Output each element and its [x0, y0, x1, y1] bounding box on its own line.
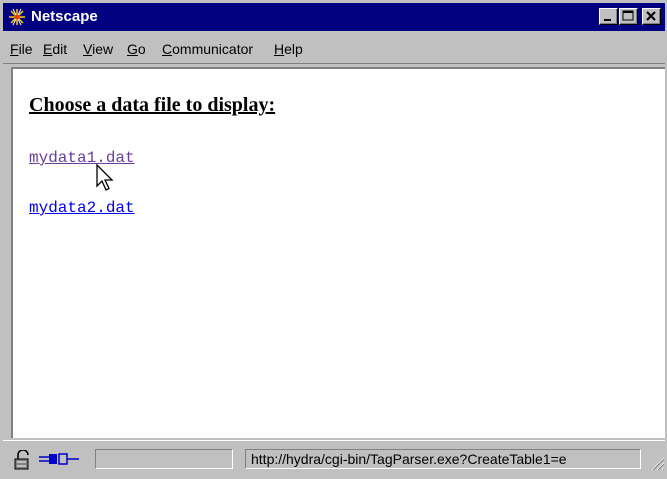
maximize-button[interactable]	[619, 8, 638, 25]
status-bar: http://hydra/cgi-bin/TagParser.exe?Creat…	[3, 440, 665, 477]
menu-bar: File Edit View Go Communicator Help	[3, 33, 665, 64]
security-lock-icon[interactable]	[13, 450, 35, 470]
netscape-window: Netscape File Edit View Go Communicator …	[0, 0, 667, 479]
progress-field	[95, 449, 233, 469]
maximize-icon	[622, 10, 634, 21]
connection-plug-icon[interactable]	[39, 452, 79, 466]
netscape-logo-icon	[8, 8, 26, 26]
link-mydata2[interactable]: mydata2.dat	[29, 199, 135, 217]
title-bar[interactable]: Netscape	[3, 3, 665, 31]
minimize-icon	[604, 19, 611, 21]
status-url: http://hydra/cgi-bin/TagParser.exe?Creat…	[245, 449, 641, 469]
minimize-button[interactable]	[599, 8, 618, 25]
page-content[interactable]: Choose a data file to display: mydata1.d…	[11, 67, 665, 438]
menu-help[interactable]: Help	[274, 41, 303, 57]
window-title: Netscape	[31, 8, 98, 25]
mouse-pointer-icon	[96, 164, 114, 191]
menu-edit[interactable]: Edit	[43, 41, 67, 57]
menu-file[interactable]: File	[10, 41, 33, 57]
close-button[interactable]	[642, 8, 661, 25]
menu-communicator[interactable]: Communicator	[162, 41, 253, 57]
menu-view[interactable]: View	[83, 41, 113, 57]
resize-grip-icon[interactable]	[649, 455, 665, 471]
page-heading: Choose a data file to display:	[29, 94, 276, 116]
menu-go[interactable]: Go	[127, 41, 146, 57]
close-icon	[646, 11, 656, 21]
